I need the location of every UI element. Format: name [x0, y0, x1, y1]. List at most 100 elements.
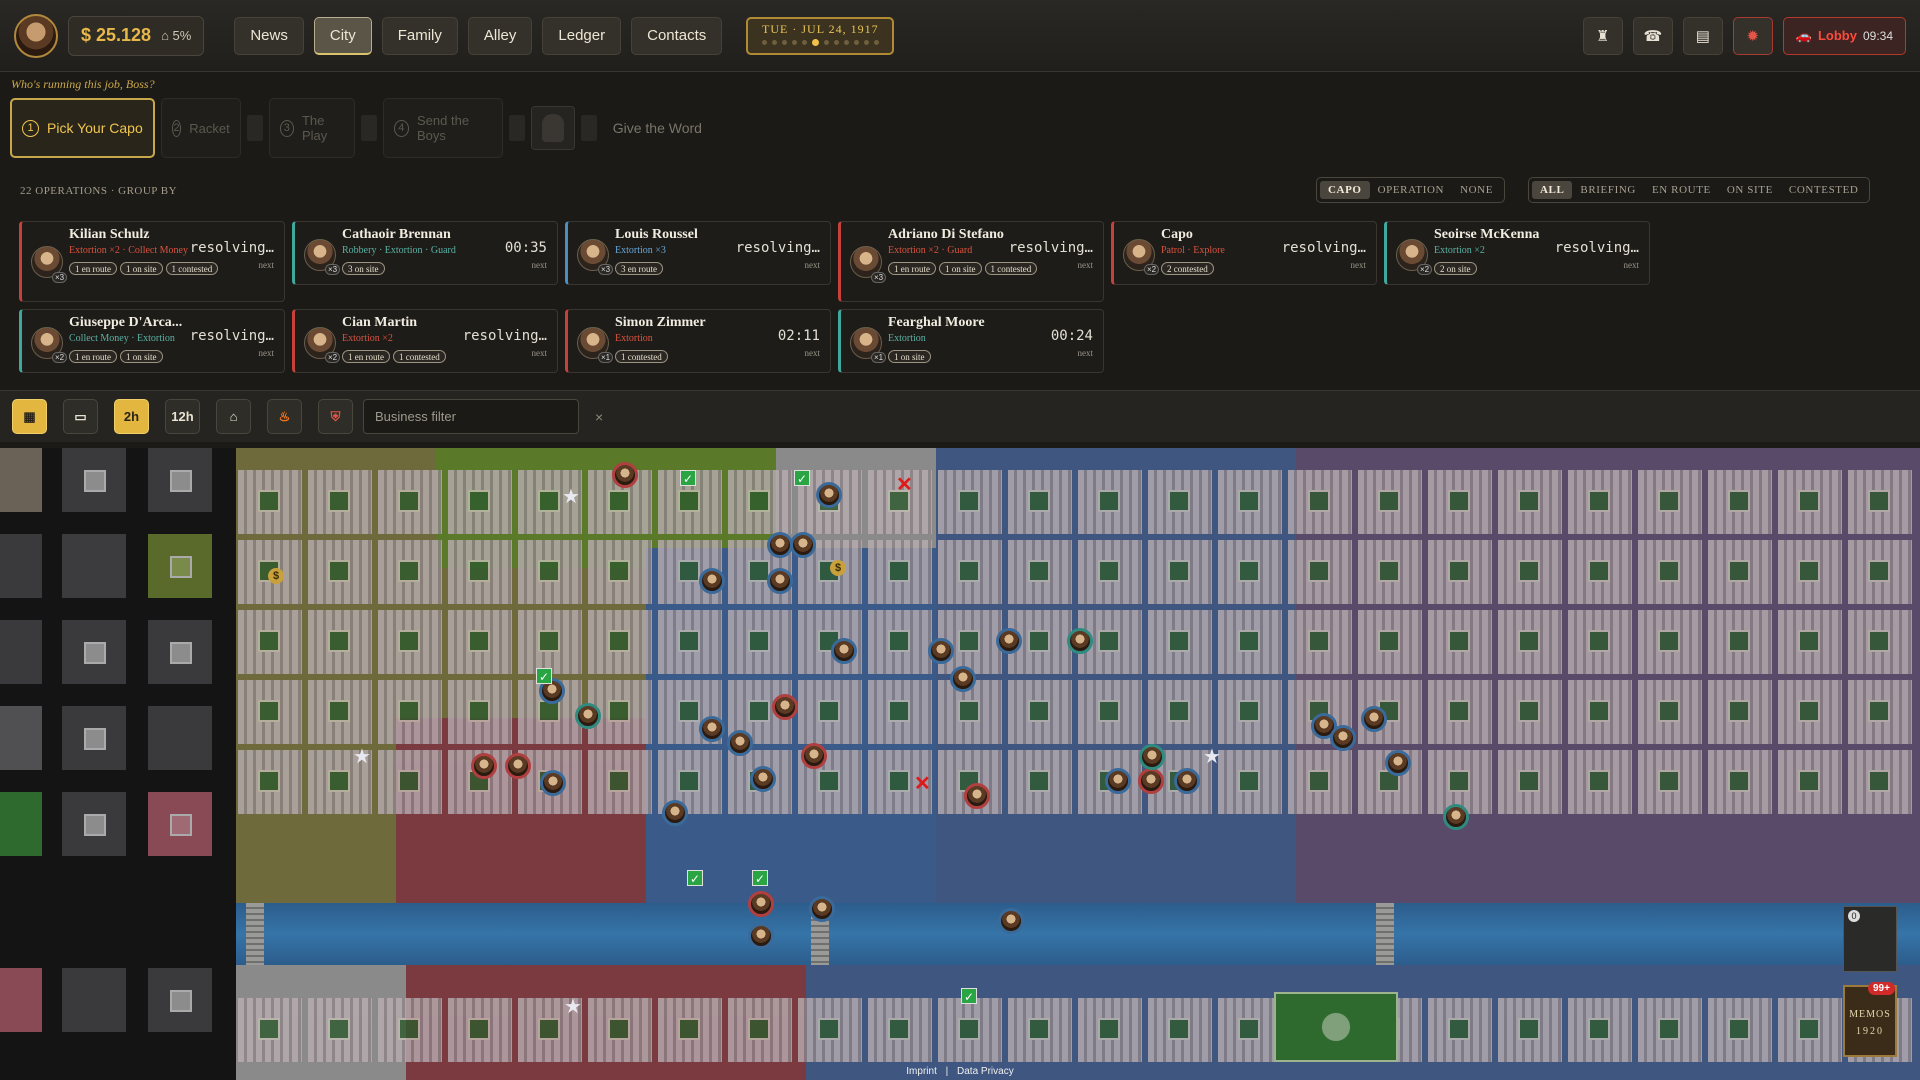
city-block[interactable] — [1708, 540, 1772, 604]
crew-marker[interactable] — [1385, 750, 1411, 776]
city-block[interactable] — [1428, 680, 1492, 744]
city-block[interactable] — [938, 998, 1002, 1062]
city-block[interactable] — [1008, 750, 1072, 814]
city-block[interactable] — [378, 998, 442, 1062]
city-block[interactable] — [238, 680, 302, 744]
city-block[interactable] — [1848, 610, 1912, 674]
city-block[interactable] — [1708, 610, 1772, 674]
city-block[interactable] — [1848, 680, 1912, 744]
city-block[interactable] — [798, 680, 862, 744]
star-icon[interactable]: ★ — [1203, 744, 1221, 769]
house-icon[interactable]: ⌂ — [216, 399, 251, 434]
city-block[interactable] — [1498, 540, 1562, 604]
star-icon[interactable]: ★ — [564, 994, 582, 1019]
city-block[interactable] — [378, 610, 442, 674]
city-block[interactable] — [938, 540, 1002, 604]
city-block[interactable] — [1288, 540, 1352, 604]
nav-contacts[interactable]: Contacts — [631, 16, 723, 55]
crew-marker[interactable] — [1067, 628, 1093, 654]
crew-marker[interactable] — [699, 716, 725, 742]
crew-marker[interactable] — [748, 923, 774, 949]
crew-marker[interactable] — [801, 743, 827, 769]
crew-marker[interactable] — [662, 800, 688, 826]
city-block[interactable] — [1078, 470, 1142, 534]
city-block[interactable] — [518, 610, 582, 674]
city-block[interactable] — [448, 610, 512, 674]
crew-marker[interactable] — [575, 703, 601, 729]
city-block[interactable] — [658, 610, 722, 674]
city-block[interactable] — [588, 610, 652, 674]
city-block[interactable] — [1358, 470, 1422, 534]
city-block[interactable] — [308, 610, 372, 674]
city-block[interactable] — [1358, 540, 1422, 604]
crew-marker[interactable] — [540, 770, 566, 796]
city-block[interactable] — [1638, 610, 1702, 674]
city-block[interactable] — [588, 750, 652, 814]
crew-marker[interactable] — [816, 482, 842, 508]
operation-card[interactable]: ×1 Simon Zimmer Extortion 02:11 next 1 c… — [565, 309, 831, 373]
city-block[interactable] — [1778, 998, 1842, 1062]
crew-marker[interactable] — [612, 462, 638, 488]
city-block[interactable] — [1008, 540, 1072, 604]
operation-card[interactable]: ×1 Fearghal Moore Extortion 00:24 next 1… — [838, 309, 1104, 373]
crew-marker[interactable] — [809, 896, 835, 922]
crew-marker[interactable] — [748, 891, 774, 917]
city-block[interactable] — [1638, 680, 1702, 744]
city-block[interactable] — [1848, 750, 1912, 814]
city-block[interactable] — [378, 470, 442, 534]
crew-marker[interactable] — [1105, 768, 1131, 794]
step-send-boys[interactable]: 4 Send the Boys — [382, 98, 503, 158]
crew-marker[interactable] — [964, 783, 990, 809]
city-block[interactable] — [1008, 680, 1072, 744]
city-block[interactable] — [1218, 540, 1282, 604]
city-block[interactable] — [1428, 470, 1492, 534]
city-block[interactable] — [728, 998, 792, 1062]
city-block[interactable] — [1218, 470, 1282, 534]
city-block[interactable] — [1218, 750, 1282, 814]
city-block[interactable] — [1778, 470, 1842, 534]
range-2h-button[interactable]: 2h — [114, 399, 149, 434]
settings-icon[interactable]: ✹ — [1732, 16, 1773, 55]
check-icon[interactable]: ✓ — [680, 470, 696, 486]
city-block[interactable] — [1638, 998, 1702, 1062]
city-block[interactable] — [238, 610, 302, 674]
city-block[interactable] — [1848, 470, 1912, 534]
city-block[interactable] — [238, 750, 302, 814]
crew-marker[interactable] — [1361, 706, 1387, 732]
city-block[interactable] — [1568, 680, 1632, 744]
city-block[interactable] — [308, 998, 372, 1062]
city-block[interactable] — [1498, 998, 1562, 1062]
book-icon[interactable]: ▤ — [1682, 16, 1723, 55]
city-block[interactable] — [798, 998, 862, 1062]
city-block[interactable] — [1568, 470, 1632, 534]
city-block[interactable] — [1498, 470, 1562, 534]
city-block[interactable] — [588, 998, 652, 1062]
city-block[interactable] — [1218, 610, 1282, 674]
city-block[interactable] — [868, 998, 932, 1062]
city-block[interactable] — [1778, 540, 1842, 604]
filter-contested[interactable]: CONTESTED — [1781, 181, 1867, 199]
crew-marker[interactable] — [772, 694, 798, 720]
crew-marker[interactable] — [790, 532, 816, 558]
check-icon[interactable]: ✓ — [794, 470, 810, 486]
filter-on-site[interactable]: ON SITE — [1719, 181, 1781, 199]
city-block[interactable] — [1148, 470, 1212, 534]
memos-button[interactable]: MEMOS 1920 — [1843, 985, 1897, 1057]
money-icon[interactable]: $ — [268, 568, 284, 584]
money-icon[interactable]: $ — [830, 560, 846, 576]
failed-icon[interactable]: ✕ — [896, 472, 913, 497]
operation-card[interactable]: ×2 Giuseppe D'Arca... Collect Money · Ex… — [19, 309, 285, 373]
city-block[interactable] — [518, 540, 582, 604]
give-word-button[interactable]: Give the Word — [603, 98, 712, 158]
city-block[interactable] — [308, 470, 372, 534]
crew-marker[interactable] — [471, 753, 497, 779]
imprint-link[interactable]: Imprint — [906, 1066, 937, 1077]
clear-filter-icon[interactable]: × — [595, 409, 603, 425]
failed-icon[interactable]: ✕ — [914, 771, 931, 796]
city-block[interactable] — [1638, 540, 1702, 604]
city-block[interactable] — [1288, 470, 1352, 534]
city-block[interactable] — [1568, 998, 1632, 1062]
crew-marker[interactable] — [998, 908, 1024, 934]
city-block[interactable] — [658, 998, 722, 1062]
city-block[interactable] — [1708, 998, 1772, 1062]
